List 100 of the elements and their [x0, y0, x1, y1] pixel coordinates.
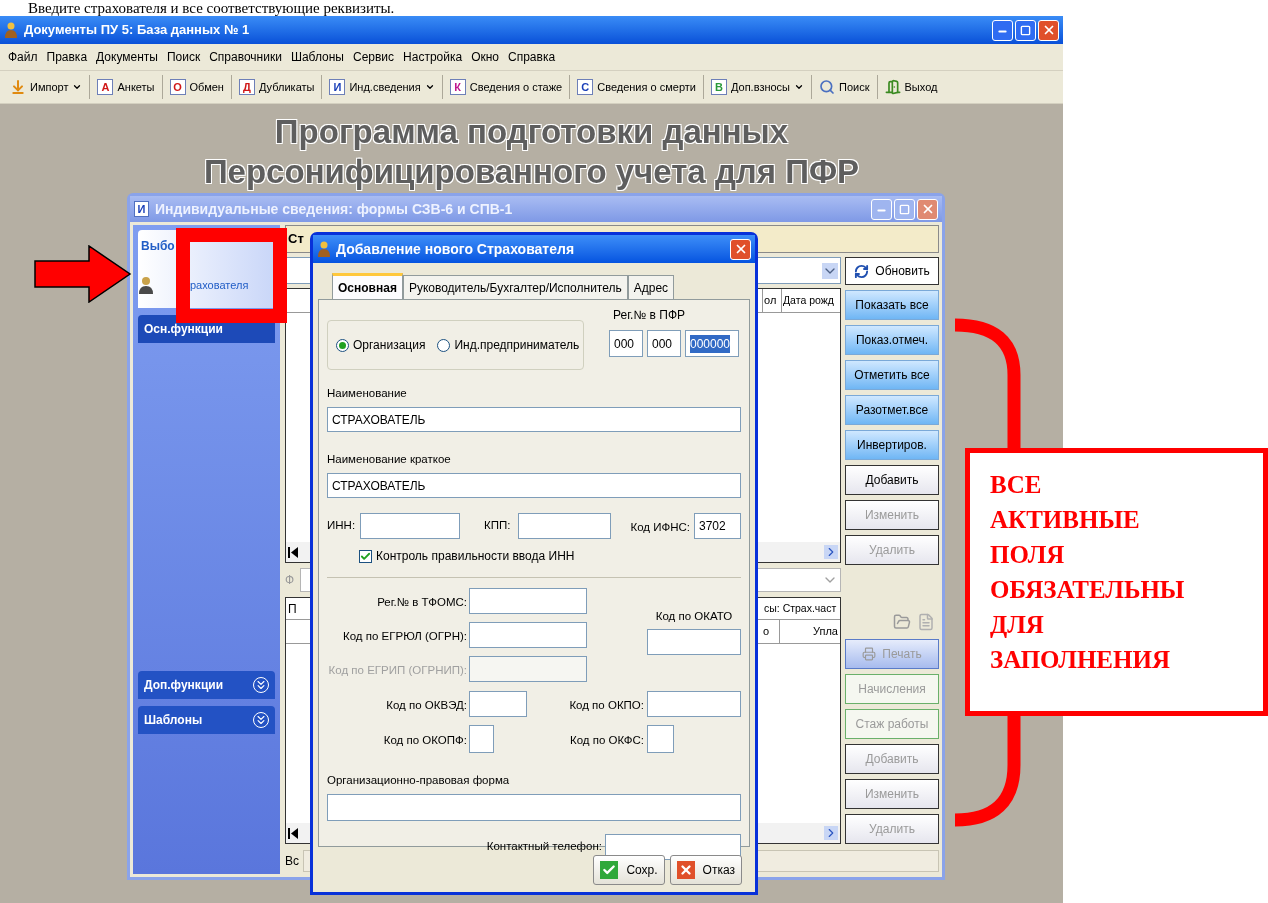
sidebar-item[interactable]: рахователя	[190, 276, 249, 294]
field-label: Код по ОКВЭД:	[386, 699, 467, 711]
field-label: Рег.№ в ТФОМС:	[377, 596, 467, 608]
scroll-right-icon[interactable]	[824, 545, 838, 559]
minimize-button[interactable]	[992, 19, 1013, 41]
menu-item[interactable]: Правка	[46, 48, 88, 66]
scroll-right-icon[interactable]	[824, 826, 838, 840]
close-button[interactable]	[917, 198, 938, 220]
checkbox-option[interactable]: Контроль правильности ввода ИНН	[359, 547, 741, 565]
menu-item[interactable]: Документы	[96, 48, 158, 66]
column-header[interactable]: П	[286, 599, 306, 618]
column-header[interactable]: ол	[762, 289, 782, 312]
toolbar-button[interactable]: Поиск	[815, 73, 874, 101]
radio-option[interactable]: Организация	[336, 336, 426, 354]
maximize-button[interactable]	[1015, 19, 1036, 41]
dialog-title: Добавление нового Страхователя	[336, 239, 576, 259]
side-button[interactable]: Инвертиров.	[845, 430, 939, 460]
maximize-icon	[899, 203, 910, 215]
first-record-icon[interactable]	[288, 546, 298, 558]
maximize-button[interactable]	[894, 198, 915, 220]
header-text: Ст	[288, 230, 304, 249]
cancel-button[interactable]: Отказ	[669, 854, 742, 885]
status-text: Вс	[285, 853, 299, 870]
toolbar-button[interactable]: И Инд.сведения	[325, 73, 439, 101]
side-button[interactable]: Обновить	[845, 257, 939, 285]
menu-item[interactable]: Файл	[8, 48, 38, 66]
close-button[interactable]	[1038, 19, 1059, 41]
section-header[interactable]: Шаблоны	[138, 706, 275, 734]
menu-item[interactable]: Справочники	[209, 48, 282, 66]
input-field[interactable]	[647, 725, 674, 753]
field-label: Наименование краткое	[327, 453, 451, 465]
field-label: Код по ОКАТО	[655, 609, 733, 624]
section-header[interactable]: Доп.функции	[138, 671, 275, 699]
figure-icon	[138, 276, 154, 294]
input-field[interactable]	[327, 794, 741, 821]
toolbar-button[interactable]: О Обмен	[165, 73, 228, 101]
input-field[interactable]	[469, 622, 587, 648]
side-button[interactable]: Показ.отмеч.	[845, 325, 939, 355]
column-header[interactable]: Дата рожд	[782, 289, 840, 312]
toolbar-button[interactable]: В Доп.взносы	[706, 73, 809, 101]
menu-item[interactable]: Сервис	[352, 48, 395, 66]
toolbar-button[interactable]: С Сведения о смерти	[573, 73, 700, 101]
letter-icon: Д	[238, 79, 255, 95]
tab[interactable]: Руководитель/Бухгалтер/Исполнитель	[402, 275, 628, 299]
first-record-icon[interactable]	[288, 827, 298, 839]
input-field[interactable]: 000	[609, 330, 643, 357]
toolbar-button[interactable]: Импорт	[6, 73, 87, 101]
field-label: Код по ОКПО:	[569, 699, 644, 711]
folder-icon[interactable]	[893, 613, 911, 631]
input-field[interactable]: СТРАХОВАТЕЛЬ	[327, 473, 741, 498]
input-field[interactable]: СТРАХОВАТЕЛЬ	[327, 407, 741, 432]
dropdown-icon	[822, 262, 838, 279]
table-caption: сы: Страх.част	[764, 600, 838, 616]
input-field[interactable]: 000	[647, 330, 681, 357]
field-label: Ф	[285, 572, 295, 589]
input-field[interactable]	[647, 629, 741, 656]
toolbar-button[interactable]: К Сведения о стаже	[445, 73, 567, 101]
figure-icon	[317, 241, 331, 257]
tab[interactable]: Адрес	[627, 275, 675, 299]
field-label: Код по ЕГРИП (ОГРНИП):	[328, 664, 467, 676]
letter-icon: В	[710, 79, 727, 95]
refresh-icon	[854, 263, 870, 279]
background-title: Персонифицированного учета для ПФР	[203, 154, 860, 190]
minimize-button[interactable]	[871, 198, 892, 220]
figure-icon	[4, 22, 18, 38]
field-label: Код по ОКФС:	[569, 734, 644, 746]
document-icon[interactable]	[917, 613, 935, 631]
menu-item[interactable]: Поиск	[166, 48, 201, 66]
window-title: Документы ПУ 5: База данных № 1	[24, 21, 251, 40]
input-field[interactable]	[518, 513, 611, 539]
input-field[interactable]	[469, 725, 494, 753]
save-button[interactable]: Сохр.	[593, 854, 665, 885]
side-button[interactable]: Добавить	[845, 465, 939, 495]
close-icon	[676, 860, 695, 879]
input-field[interactable]	[469, 588, 587, 614]
input-field[interactable]: 000000	[685, 330, 739, 357]
check-icon	[360, 550, 371, 562]
tab[interactable]: Основная	[332, 273, 403, 299]
toolbar-button[interactable]: Выход	[880, 73, 942, 101]
input-field[interactable]: 3702	[694, 513, 741, 539]
side-button[interactable]: Разотмет.все	[845, 395, 939, 425]
menu-item[interactable]: Шаблоны	[290, 48, 344, 66]
toolbar-button[interactable]: Д Дубликаты	[234, 73, 319, 101]
menu-item[interactable]: Справка	[508, 48, 556, 66]
close-button[interactable]	[730, 238, 751, 260]
letter-icon: С	[577, 79, 594, 95]
field-label: Наименование	[327, 387, 407, 399]
radio-option[interactable]: Инд.предприниматель	[437, 336, 580, 354]
input-field[interactable]	[360, 513, 460, 539]
input-field[interactable]	[647, 691, 741, 717]
side-button[interactable]: Показать все	[845, 290, 939, 320]
column-header[interactable]: Упла	[780, 620, 840, 643]
input-field[interactable]	[469, 691, 527, 717]
field-label: ИНН:	[327, 518, 357, 534]
menu-item[interactable]: Настройка	[403, 48, 463, 66]
side-button[interactable]: Отметить все	[845, 360, 939, 390]
menu-item[interactable]: Окно	[471, 48, 500, 66]
column-header[interactable]: о	[762, 620, 780, 643]
field-label: КПП:	[484, 518, 512, 534]
toolbar-button[interactable]: А Анкеты	[93, 73, 159, 101]
